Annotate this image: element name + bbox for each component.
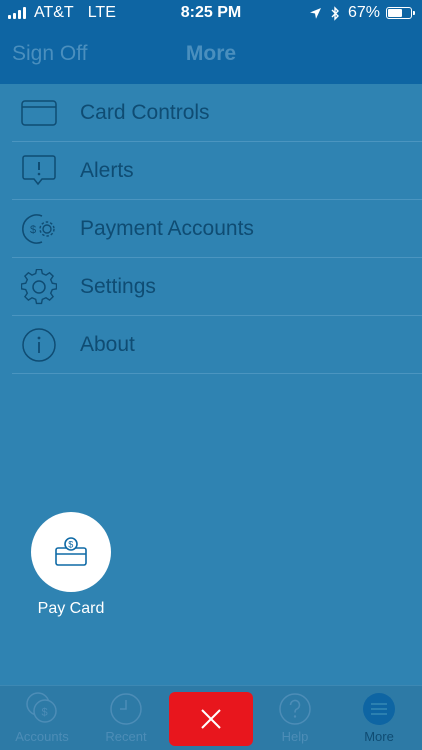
pay-card-action[interactable]: $ Pay Card	[30, 512, 112, 618]
pay-card-label: Pay Card	[37, 600, 105, 617]
menu-item-label: Payment Accounts	[80, 216, 254, 240]
tab-bar: $ Accounts Recent Help More	[0, 685, 422, 750]
tab-accounts[interactable]: $ Accounts	[0, 686, 84, 750]
menu-item-card-controls[interactable]: Card Controls	[12, 84, 422, 142]
dollar-coins-icon: $	[0, 686, 84, 726]
svg-text:$: $	[68, 539, 73, 549]
menu-item-label: About	[80, 332, 135, 356]
svg-text:$: $	[30, 224, 36, 236]
tab-recent[interactable]: Recent	[84, 686, 168, 750]
hamburger-icon	[337, 686, 421, 726]
battery-percent: 67%	[347, 4, 380, 21]
menu-item-payment-accounts[interactable]: $ Payment Accounts	[12, 200, 422, 258]
clock-icon	[84, 686, 168, 726]
tab-more[interactable]: More	[337, 686, 421, 750]
tab-label: Accounts	[15, 729, 69, 744]
status-bar: AT&T LTE 8:25 PM 67%	[0, 0, 422, 28]
location-arrow-icon	[309, 7, 321, 19]
more-menu: Card Controls Alerts $ Payment Accounts	[0, 84, 422, 374]
nav-bar: Sign Off More	[0, 28, 422, 84]
pay-card-icon: $	[55, 537, 87, 566]
menu-item-label: Settings	[80, 274, 156, 298]
menu-item-settings[interactable]: Settings	[12, 258, 422, 316]
bluetooth-icon	[331, 5, 339, 21]
pay-card-button[interactable]: $	[31, 512, 111, 592]
menu-item-about[interactable]: About	[12, 316, 422, 374]
page-title: More	[185, 42, 237, 65]
info-icon	[20, 326, 58, 364]
close-button[interactable]	[169, 692, 253, 746]
menu-item-alerts[interactable]: Alerts	[12, 142, 422, 200]
dollar-gear-icon: $	[20, 210, 58, 248]
svg-text:$: $	[42, 707, 48, 719]
status-right: 67%	[309, 4, 415, 22]
menu-item-label: Card Controls	[80, 100, 210, 124]
close-icon	[201, 709, 221, 729]
card-icon	[20, 94, 58, 132]
battery-fill	[388, 9, 403, 17]
tab-label: Help	[281, 729, 309, 744]
menu-item-label: Alerts	[80, 158, 134, 182]
tab-label: More	[364, 729, 394, 744]
alert-bubble-icon	[20, 152, 58, 190]
gear-icon	[20, 268, 58, 306]
tab-help[interactable]: Help	[253, 686, 337, 750]
battery-icon	[386, 7, 415, 19]
tab-label: Recent	[105, 729, 147, 744]
question-icon	[253, 686, 337, 726]
